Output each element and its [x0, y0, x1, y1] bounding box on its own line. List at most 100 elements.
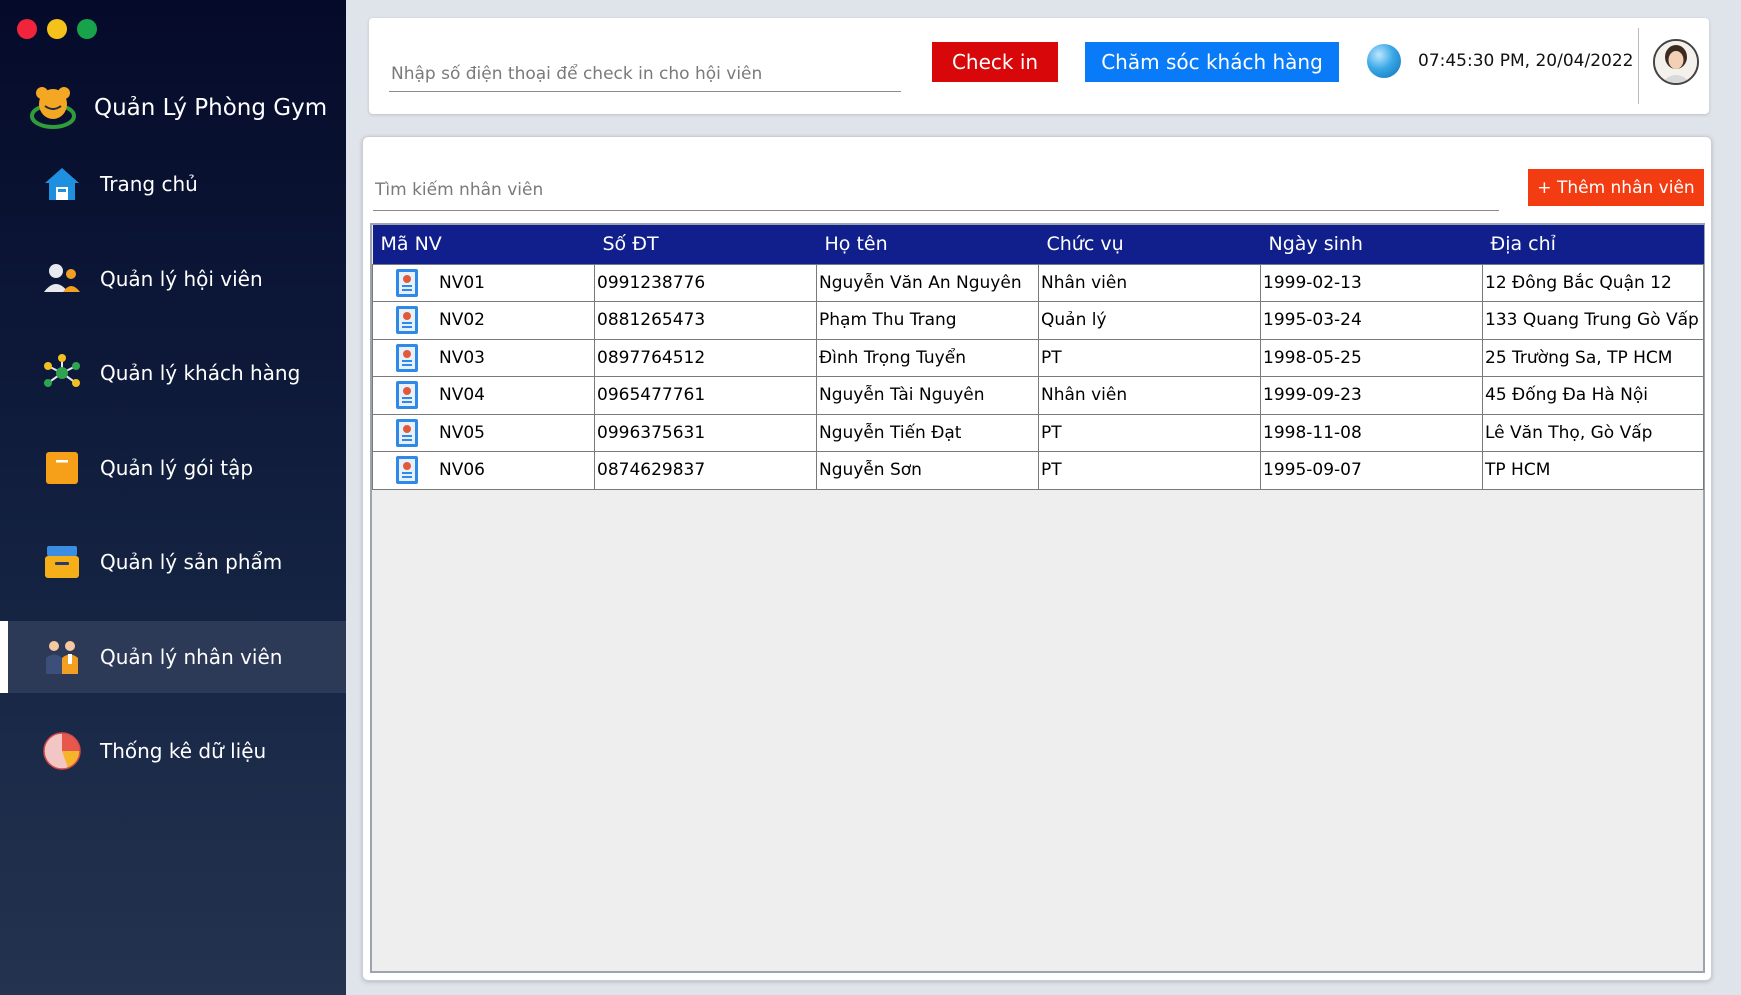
- id-card-icon: [396, 418, 418, 447]
- id-card-icon: [396, 456, 418, 485]
- sidebar-item-statistics[interactable]: Thống kê dữ liệu: [0, 715, 346, 787]
- add-staff-button[interactable]: + Thêm nhân viên: [1528, 169, 1704, 206]
- package-icon: [42, 448, 82, 488]
- minimize-window-button[interactable]: [47, 19, 67, 39]
- cell-name: Đình Trọng Tuyển: [816, 338, 1039, 377]
- top-bar: Check in Chăm sóc khách hàng 07:45:30 PM…: [369, 18, 1709, 114]
- column-header-phone[interactable]: Số ĐT: [595, 225, 817, 264]
- cell-phone: 0897764512: [594, 338, 817, 377]
- sidebar-item-staff[interactable]: Quản lý nhân viên: [0, 620, 346, 693]
- cell-address: 25 Trường Sa, TP HCM: [1482, 338, 1704, 377]
- column-header-id[interactable]: Mã NV: [373, 225, 595, 264]
- cell-id: NV01: [372, 263, 595, 302]
- staff-icon: [42, 637, 82, 677]
- pie-chart-icon: [42, 731, 82, 771]
- cell-name: Nguyễn Tài Nguyên: [816, 376, 1039, 415]
- table-row[interactable]: NV05 0996375631 Nguyễn Tiến Đạt PT 1998-…: [372, 413, 1704, 452]
- sidebar-item-label: Quản lý nhân viên: [100, 644, 283, 669]
- sidebar: Quản Lý Phòng Gym Trang chủ Quản lý hội …: [0, 0, 346, 995]
- cell-position: PT: [1038, 413, 1261, 452]
- staff-panel: + Thêm nhân viên Mã NV Số ĐT Họ tên Chức…: [362, 136, 1712, 981]
- members-icon: [42, 259, 82, 299]
- cell-birthdate: 1995-03-24: [1260, 301, 1483, 340]
- table-row[interactable]: NV04 0965477761 Nguyễn Tài Nguyên Nhân v…: [372, 376, 1704, 415]
- cell-name: Nguyễn Văn An Nguyên: [816, 263, 1039, 302]
- cell-id: NV02: [372, 301, 595, 340]
- sidebar-item-label: Quản lý khách hàng: [100, 361, 301, 385]
- cell-phone: 0965477761: [594, 376, 817, 415]
- cell-id: NV03: [372, 338, 595, 377]
- sidebar-item-label: Thống kê dữ liệu: [100, 739, 267, 763]
- id-card-icon: [396, 268, 418, 297]
- cell-birthdate: 1998-11-08: [1260, 413, 1483, 452]
- sidebar-item-home[interactable]: Trang chủ: [0, 148, 346, 220]
- checkin-phone-input[interactable]: [389, 56, 901, 92]
- product-box-icon: [42, 542, 82, 582]
- id-card-icon: [396, 381, 418, 410]
- column-header-birthdate[interactable]: Ngày sinh: [1261, 225, 1483, 264]
- cell-birthdate: 1995-09-07: [1260, 451, 1483, 490]
- cell-birthdate: 1999-02-13: [1260, 263, 1483, 302]
- sidebar-item-packages[interactable]: Quản lý gói tập: [0, 432, 346, 504]
- checkin-button[interactable]: Check in: [932, 42, 1058, 82]
- cell-address: 133 Quang Trung Gò Vấp: [1482, 301, 1704, 340]
- cell-name: Phạm Thu Trang: [816, 301, 1039, 340]
- table-row[interactable]: NV01 0991238776 Nguyễn Văn An Nguyên Nhâ…: [372, 263, 1704, 302]
- staff-search-input[interactable]: [373, 169, 1499, 211]
- column-header-name[interactable]: Họ tên: [817, 225, 1039, 264]
- sidebar-item-label: Trang chủ: [100, 172, 198, 196]
- staff-id: NV06: [439, 460, 485, 481]
- sidebar-item-label: Quản lý hội viên: [100, 266, 263, 291]
- cell-name: Nguyễn Tiến Đạt: [816, 413, 1039, 452]
- window-controls: [17, 19, 97, 39]
- table-row[interactable]: NV06 0874629837 Nguyễn Sơn PT 1995-09-07…: [372, 451, 1704, 490]
- staff-table-container: Mã NV Số ĐT Họ tên Chức vụ Ngày sinh Địa…: [370, 223, 1705, 973]
- cell-address: 12 Đông Bắc Quận 12: [1482, 263, 1704, 302]
- cell-address: 45 Đống Đa Hà Nội: [1482, 376, 1704, 415]
- cell-position: Quản lý: [1038, 301, 1261, 340]
- cell-position: PT: [1038, 451, 1261, 490]
- table-row[interactable]: NV03 0897764512 Đình Trọng Tuyển PT 1998…: [372, 338, 1704, 377]
- cell-name: Nguyễn Sơn: [816, 451, 1039, 490]
- cell-id: NV05: [372, 413, 595, 452]
- user-avatar-icon: [1655, 41, 1697, 83]
- id-card-icon: [396, 306, 418, 335]
- maximize-window-button[interactable]: [77, 19, 97, 39]
- datetime-display: 07:45:30 PM, 20/04/2022: [1418, 51, 1634, 71]
- staff-id: NV04: [439, 385, 485, 406]
- cell-birthdate: 1999-09-23: [1260, 376, 1483, 415]
- column-header-position[interactable]: Chức vụ: [1039, 225, 1261, 264]
- user-avatar[interactable]: [1653, 39, 1699, 85]
- brand: Quản Lý Phòng Gym: [28, 82, 327, 134]
- app-title: Quản Lý Phòng Gym: [94, 95, 328, 121]
- divider: [1638, 28, 1639, 104]
- cell-phone: 0996375631: [594, 413, 817, 452]
- sidebar-item-label: Quản lý sản phẩm: [100, 550, 283, 574]
- cell-phone: 0991238776: [594, 263, 817, 302]
- cell-position: Nhân viên: [1038, 376, 1261, 415]
- staff-id: NV03: [439, 347, 485, 368]
- cell-position: PT: [1038, 338, 1261, 377]
- cell-address: TP HCM: [1482, 451, 1704, 490]
- cell-phone: 0874629837: [594, 451, 817, 490]
- cell-id: NV04: [372, 376, 595, 415]
- sidebar-item-members[interactable]: Quản lý hội viên: [0, 243, 346, 315]
- staff-id: NV05: [439, 422, 485, 443]
- cell-address: Lê Văn Thọ, Gò Vấp: [1482, 413, 1704, 452]
- table-row[interactable]: NV02 0881265473 Phạm Thu Trang Quản lý 1…: [372, 301, 1704, 340]
- cell-birthdate: 1998-05-25: [1260, 338, 1483, 377]
- column-header-address[interactable]: Địa chỉ: [1483, 225, 1704, 264]
- customer-care-button[interactable]: Chăm sóc khách hàng: [1085, 42, 1339, 82]
- cell-position: Nhân viên: [1038, 263, 1261, 302]
- cell-id: NV06: [372, 451, 595, 490]
- staff-id: NV02: [439, 310, 485, 331]
- staff-table: Mã NV Số ĐT Họ tên Chức vụ Ngày sinh Địa…: [372, 225, 1704, 490]
- globe-icon: [1367, 44, 1401, 78]
- sidebar-item-customers[interactable]: Quản lý khách hàng: [0, 337, 346, 409]
- sidebar-menu: Trang chủ Quản lý hội viên Quản lý khách…: [0, 148, 346, 810]
- table-header-row: Mã NV Số ĐT Họ tên Chức vụ Ngày sinh Địa…: [372, 225, 1704, 264]
- staff-id: NV01: [439, 272, 485, 293]
- close-window-button[interactable]: [17, 19, 37, 39]
- sidebar-item-products[interactable]: Quản lý sản phẩm: [0, 526, 346, 598]
- sidebar-item-label: Quản lý gói tập: [100, 455, 254, 480]
